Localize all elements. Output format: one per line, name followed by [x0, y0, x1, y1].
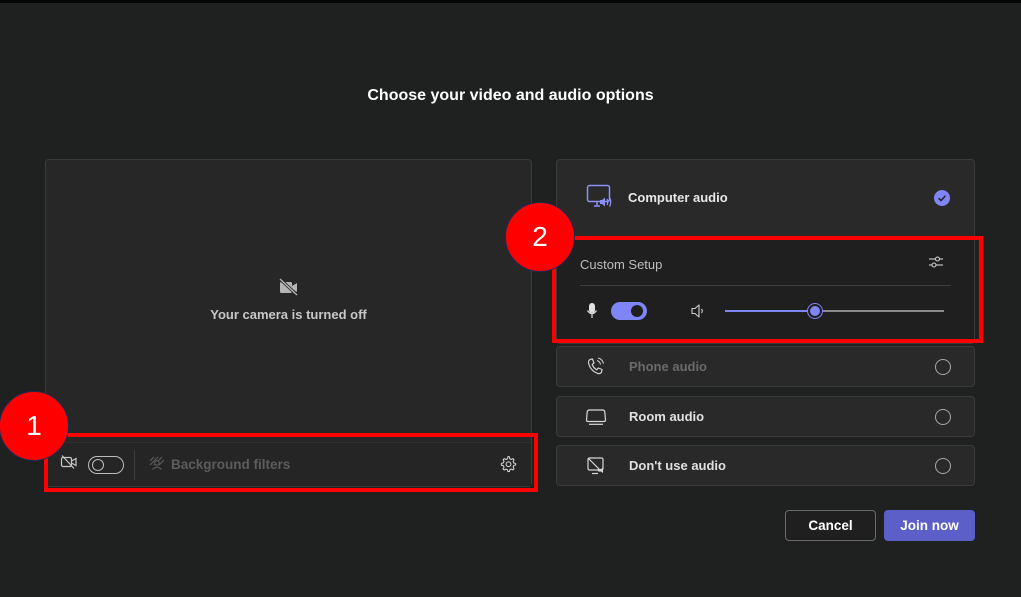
no-audio-radio[interactable]	[935, 458, 951, 474]
sliders-icon[interactable]	[928, 254, 944, 275]
camera-off-message: Your camera is turned off	[210, 307, 367, 322]
phone-audio-radio[interactable]	[935, 359, 951, 375]
window-top-edge	[0, 0, 1021, 3]
camera-off-indicator: Your camera is turned off	[46, 277, 531, 322]
monitor-speaker-icon	[586, 184, 614, 210]
microphone-icon	[586, 302, 598, 325]
computer-audio-option[interactable]: Computer audio Custom Setup	[556, 159, 975, 344]
room-audio-option[interactable]: Room audio	[556, 396, 975, 437]
annotation-badge-2: 2	[505, 202, 575, 272]
volume-slider-fill	[725, 310, 815, 312]
computer-audio-label: Computer audio	[628, 189, 728, 205]
no-audio-icon	[583, 456, 609, 476]
dialog-title: Choose your video and audio options	[367, 87, 654, 104]
no-audio-label: Don't use audio	[629, 458, 726, 473]
speaker-icon	[690, 302, 706, 325]
room-audio-icon	[583, 408, 609, 426]
join-now-button[interactable]: Join now	[884, 510, 975, 541]
no-audio-option[interactable]: Don't use audio	[556, 445, 975, 486]
annotation-badge-1: 1	[0, 391, 69, 461]
room-audio-radio[interactable]	[935, 409, 951, 425]
background-blur-icon	[149, 456, 165, 473]
video-toolbar: Background filters	[46, 442, 531, 486]
gear-icon[interactable]	[499, 455, 517, 478]
video-off-icon	[278, 277, 300, 300]
phone-audio-option[interactable]: Phone audio	[556, 346, 975, 387]
volume-slider[interactable]	[725, 304, 944, 318]
toolbar-divider	[134, 449, 135, 480]
checkmark-circle-icon	[934, 190, 950, 211]
custom-setup-divider	[580, 285, 951, 286]
video-off-icon	[60, 454, 78, 475]
background-filters-label: Background filters	[171, 457, 291, 472]
video-preview: Your camera is turned off Background fil…	[45, 159, 532, 487]
room-audio-label: Room audio	[629, 409, 705, 424]
background-filters-button[interactable]: Background filters	[149, 456, 290, 473]
camera-toggle[interactable]	[88, 455, 124, 474]
custom-audio-setup: Custom Setup	[557, 237, 974, 343]
volume-slider-thumb[interactable]	[807, 304, 822, 318]
phone-audio-label: Phone audio	[629, 359, 707, 374]
cancel-button[interactable]: Cancel	[785, 510, 876, 541]
custom-setup-label: Custom Setup	[580, 257, 663, 272]
microphone-toggle[interactable]	[611, 302, 647, 320]
phone-audio-icon	[583, 356, 609, 377]
